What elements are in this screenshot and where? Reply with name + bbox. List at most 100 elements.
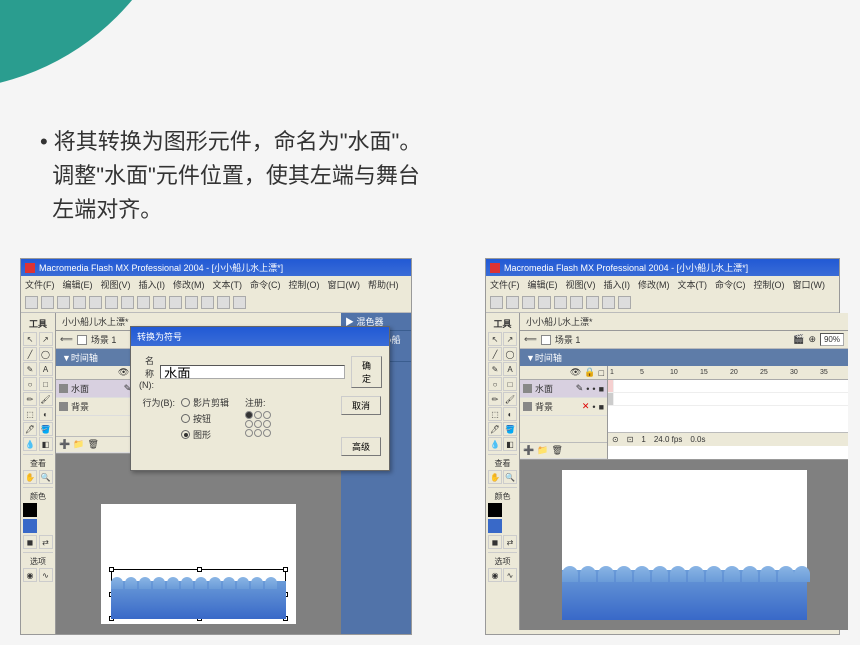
- edit-symbol-icon[interactable]: ⊕: [808, 334, 816, 345]
- edit-scene-icon[interactable]: 🎬: [793, 334, 804, 345]
- timeline-header[interactable]: ▼时间轴: [520, 349, 848, 366]
- back-icon[interactable]: ⟸: [60, 334, 73, 345]
- tb-undo[interactable]: [137, 296, 150, 309]
- default-colors[interactable]: ◼: [488, 535, 502, 549]
- tb-redo[interactable]: [618, 296, 631, 309]
- tb-cut[interactable]: [554, 296, 567, 309]
- menu-modify[interactable]: 修改(M): [638, 278, 670, 291]
- zoom-select[interactable]: 90%: [820, 333, 844, 346]
- fill-color[interactable]: [23, 519, 37, 533]
- stage[interactable]: [562, 470, 807, 620]
- scene-name[interactable]: 场景 1: [91, 333, 117, 346]
- cancel-button[interactable]: 取消: [341, 396, 381, 415]
- line-tool[interactable]: ╱: [488, 347, 502, 361]
- tb-align[interactable]: [233, 296, 246, 309]
- add-folder-icon[interactable]: 📁: [73, 439, 84, 450]
- frames-area[interactable]: 1 5 10 15 20 25 30 35 ⊙ ⊡: [608, 366, 848, 459]
- advanced-button[interactable]: 高级: [341, 437, 381, 456]
- hand-tool[interactable]: ✋: [488, 470, 502, 484]
- layer-water[interactable]: 水面 ✎••■: [520, 380, 607, 398]
- transform-tool[interactable]: ⬚: [23, 407, 37, 421]
- tb-copy[interactable]: [570, 296, 583, 309]
- lock-icon[interactable]: 🔒: [584, 367, 595, 378]
- tb-print[interactable]: [73, 296, 86, 309]
- opt-smooth[interactable]: ∿: [503, 568, 517, 582]
- tb-copy[interactable]: [105, 296, 118, 309]
- tb-print[interactable]: [538, 296, 551, 309]
- menu-command[interactable]: 命令(C): [250, 278, 281, 291]
- bucket-tool[interactable]: 🪣: [503, 422, 517, 436]
- rect-tool[interactable]: □: [39, 377, 53, 391]
- text-tool[interactable]: A: [39, 362, 53, 376]
- menu-help[interactable]: 帮助(H): [368, 278, 399, 291]
- menu-file[interactable]: 文件(F): [490, 278, 520, 291]
- onion-icon2[interactable]: ⊡: [627, 435, 634, 444]
- radio-graphic[interactable]: 图形: [181, 428, 229, 441]
- arrow-tool[interactable]: ↖: [23, 332, 37, 346]
- radio-movieclip[interactable]: 影片剪辑: [181, 396, 229, 409]
- tb-new[interactable]: [490, 296, 503, 309]
- ink-tool[interactable]: 🖊: [488, 422, 502, 436]
- tb-undo[interactable]: [602, 296, 615, 309]
- add-layer-icon[interactable]: ➕: [523, 445, 534, 456]
- subselect-tool[interactable]: ↗: [503, 332, 517, 346]
- tb-save[interactable]: [522, 296, 535, 309]
- lasso-tool[interactable]: ◯: [503, 347, 517, 361]
- brush-tool[interactable]: 🖌: [503, 392, 517, 406]
- lasso-tool[interactable]: ◯: [39, 347, 53, 361]
- line-tool[interactable]: ╱: [23, 347, 37, 361]
- menu-command[interactable]: 命令(C): [715, 278, 746, 291]
- menu-text[interactable]: 文本(T): [678, 278, 708, 291]
- oval-tool[interactable]: ○: [23, 377, 37, 391]
- eraser-tool[interactable]: ◧: [503, 437, 517, 451]
- opt-snap[interactable]: ◉: [23, 568, 37, 582]
- pen-tool[interactable]: ✎: [488, 362, 502, 376]
- add-layer-icon[interactable]: ➕: [59, 439, 70, 450]
- pencil-tool[interactable]: ✏: [23, 392, 37, 406]
- menu-view[interactable]: 视图(V): [566, 278, 596, 291]
- registration-grid[interactable]: [245, 411, 271, 437]
- menu-window[interactable]: 窗口(W): [328, 278, 361, 291]
- gradient-tool[interactable]: ◐: [503, 407, 517, 421]
- add-folder-icon[interactable]: 📁: [537, 445, 548, 456]
- stage[interactable]: [101, 504, 296, 624]
- brush-tool[interactable]: 🖌: [39, 392, 53, 406]
- menu-modify[interactable]: 修改(M): [173, 278, 205, 291]
- transform-tool[interactable]: ⬚: [488, 407, 502, 421]
- delete-layer-icon[interactable]: 🗑: [87, 439, 98, 450]
- default-colors[interactable]: ◼: [23, 535, 37, 549]
- tb-paste[interactable]: [586, 296, 599, 309]
- menu-edit[interactable]: 编辑(E): [63, 278, 93, 291]
- back-icon[interactable]: ⟸: [524, 334, 537, 345]
- pencil-tool[interactable]: ✏: [488, 392, 502, 406]
- tb-snap[interactable]: [169, 296, 182, 309]
- eraser-tool[interactable]: ◧: [39, 437, 53, 451]
- zoom-tool[interactable]: 🔍: [39, 470, 53, 484]
- dropper-tool[interactable]: 💧: [488, 437, 502, 451]
- menu-view[interactable]: 视图(V): [101, 278, 131, 291]
- radio-button[interactable]: 按钮: [181, 412, 229, 425]
- opt-snap[interactable]: ◉: [488, 568, 502, 582]
- ink-tool[interactable]: 🖊: [23, 422, 37, 436]
- doc-tab[interactable]: 小小船儿水上漂*: [520, 313, 848, 331]
- tb-open[interactable]: [41, 296, 54, 309]
- subselect-tool[interactable]: ↗: [39, 332, 53, 346]
- tb-paste[interactable]: [121, 296, 134, 309]
- pen-tool[interactable]: ✎: [23, 362, 37, 376]
- tb-redo[interactable]: [153, 296, 166, 309]
- tb-scale[interactable]: [217, 296, 230, 309]
- text-tool[interactable]: A: [503, 362, 517, 376]
- swap-colors[interactable]: ⇄: [39, 535, 53, 549]
- menu-window[interactable]: 窗口(W): [793, 278, 826, 291]
- delete-layer-icon[interactable]: 🗑: [551, 445, 562, 456]
- opt-smooth[interactable]: ∿: [39, 568, 53, 582]
- menu-text[interactable]: 文本(T): [213, 278, 243, 291]
- stroke-color[interactable]: [488, 503, 502, 517]
- hand-tool[interactable]: ✋: [23, 470, 37, 484]
- tb-open[interactable]: [506, 296, 519, 309]
- menu-insert[interactable]: 插入(I): [139, 278, 166, 291]
- onion-icon[interactable]: ⊙: [612, 435, 619, 444]
- dropper-tool[interactable]: 💧: [23, 437, 37, 451]
- stroke-color[interactable]: [23, 503, 37, 517]
- tb-new[interactable]: [25, 296, 38, 309]
